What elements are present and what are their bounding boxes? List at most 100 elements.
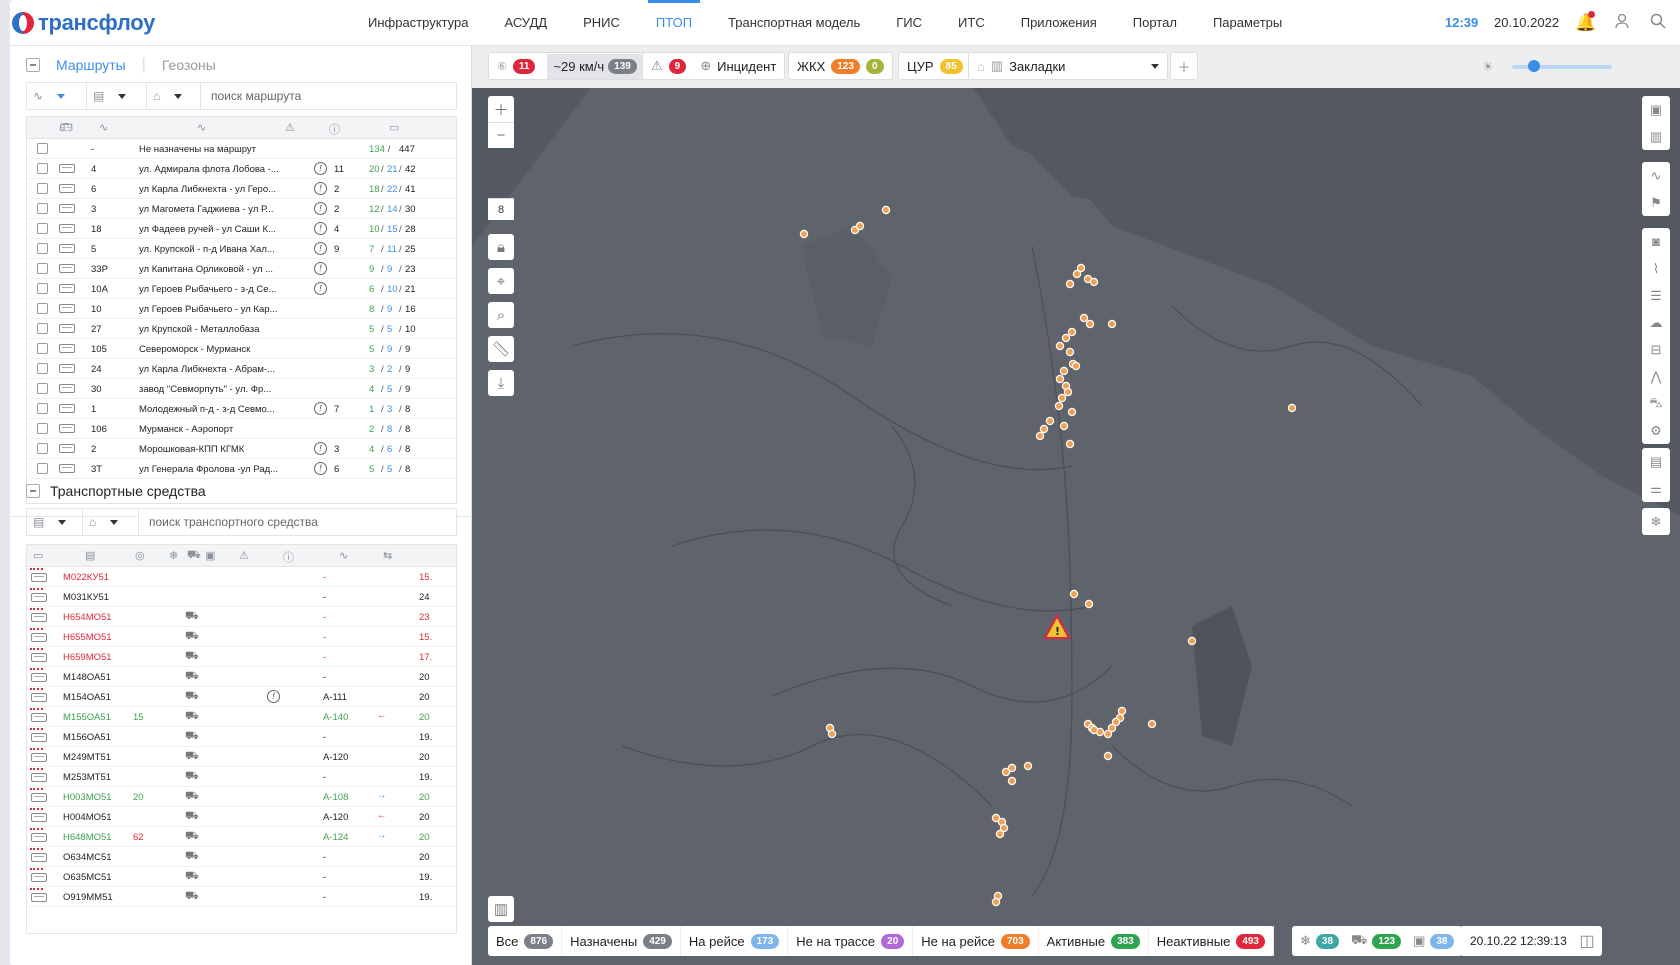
- nav-item[interactable]: Портал: [1115, 0, 1195, 46]
- vehicle-marker[interactable]: [1065, 347, 1075, 357]
- search-icon[interactable]: ⌕: [488, 302, 514, 328]
- zhkh-filter[interactable]: ЖКХ 123 0: [788, 52, 893, 80]
- vehicle-marker[interactable]: [1055, 374, 1065, 384]
- vehicle-marker[interactable]: [1059, 366, 1069, 376]
- vehicle-marker[interactable]: [1067, 407, 1077, 417]
- tab-routes[interactable]: Маршруты: [50, 57, 132, 73]
- board-icon[interactable]: ☰: [1642, 282, 1670, 309]
- collapse-routes-button[interactable]: [26, 58, 40, 72]
- nav-item[interactable]: ГИС: [878, 0, 940, 46]
- row-checkbox[interactable]: [37, 203, 48, 214]
- row-checkbox[interactable]: [37, 243, 48, 254]
- vehicle-row[interactable]: М253МТ51 ⛟︎ - 19.: [27, 767, 456, 787]
- map-layers-icon[interactable]: ▥: [488, 896, 514, 922]
- vehicle-marker[interactable]: [1059, 421, 1069, 431]
- car-icon[interactable]: ⛍︎: [1642, 390, 1670, 417]
- row-checkbox[interactable]: [37, 263, 48, 274]
- vehicle-row[interactable]: Н659МО51 ⛟︎ - 17.: [27, 647, 456, 667]
- vehicle-marker[interactable]: [1111, 717, 1121, 727]
- vehicle-row[interactable]: Н003МО51 20 ⛟︎ А-108 → 20: [27, 787, 456, 807]
- vehicle-row[interactable]: М155ОА51 15 ⛟︎ А-140 ← 20: [27, 707, 456, 727]
- vehicle-marker[interactable]: [1107, 319, 1117, 329]
- route-row[interactable]: 105 Североморск - Мурманск 5/9/9: [27, 339, 456, 359]
- status-filter-item[interactable]: Активные 383: [1039, 926, 1149, 956]
- nav-item[interactable]: Транспортная модель: [710, 0, 878, 46]
- map-icon[interactable]: ▥: [1642, 123, 1670, 150]
- vehicle-marker[interactable]: [1117, 706, 1127, 716]
- vehicle-marker[interactable]: [1035, 431, 1045, 441]
- row-checkbox[interactable]: [37, 223, 48, 234]
- search-icon[interactable]: [1648, 13, 1668, 33]
- row-checkbox[interactable]: [37, 423, 48, 434]
- vehicle-marker[interactable]: [827, 729, 837, 739]
- vehicle-row[interactable]: М022КУ51 - 15.: [27, 567, 456, 587]
- camera-filter[interactable]: ▣ 38: [1413, 933, 1454, 949]
- vehicle-marker[interactable]: [1089, 277, 1099, 287]
- vehicle-row[interactable]: Н655МО51 ⛟︎ - 15.: [27, 627, 456, 647]
- row-checkbox[interactable]: [37, 163, 48, 174]
- brightness-slider[interactable]: [1512, 65, 1612, 69]
- vehicle-marker[interactable]: [1103, 751, 1113, 761]
- vehicle-row[interactable]: М156ОА51 ⛟︎ - 19.: [27, 727, 456, 747]
- vehicle-marker[interactable]: [995, 829, 1005, 839]
- vehicle-marker[interactable]: [1007, 776, 1017, 786]
- zoom-in-button[interactable]: ＋: [488, 96, 514, 122]
- row-checkbox[interactable]: [37, 383, 48, 394]
- row-checkbox[interactable]: [37, 283, 48, 294]
- route-row[interactable]: 27 ул Крупской - Металлобаза 5/5/10: [27, 319, 456, 339]
- vehicle-type-select[interactable]: ⌂: [147, 83, 201, 109]
- split-view-icon[interactable]: ◫: [1572, 926, 1602, 956]
- vehicle-row[interactable]: М154ОА51 ⛟︎! А-111 20: [27, 687, 456, 707]
- collapse-vehicles-button[interactable]: [26, 484, 40, 498]
- vehicle-marker[interactable]: [1023, 761, 1033, 771]
- vehicle-marker[interactable]: [1055, 341, 1065, 351]
- nav-item[interactable]: Инфраструктура: [350, 0, 486, 46]
- vehicle-marker[interactable]: [1187, 636, 1197, 646]
- vehicle-marker[interactable]: [1065, 279, 1075, 289]
- download-icon[interactable]: ⤓: [488, 370, 514, 396]
- vehicle-marker[interactable]: [1071, 361, 1081, 371]
- route-row[interactable]: 18 ул Фадеев ручей - ул Саши К...! 4 10/15/…: [27, 219, 456, 239]
- avg-speed-badge[interactable]: ~29 км/ч 139: [547, 53, 643, 79]
- road-icon[interactable]: ⋀: [1642, 363, 1670, 390]
- vehicle-marker[interactable]: [1061, 333, 1071, 343]
- brightness-slider-handle[interactable]: [1528, 60, 1540, 72]
- flag-icon[interactable]: ⚑: [1642, 189, 1670, 216]
- sliders-icon[interactable]: ⚌: [1642, 475, 1670, 502]
- route-row[interactable]: 4 ул. Адмирала флота Лобова -...! 11 20/21/…: [27, 159, 456, 179]
- document-type-select[interactable]: ▤: [27, 509, 83, 535]
- lock-icon[interactable]: 🔒︎: [488, 234, 514, 260]
- vehicle-marker[interactable]: [991, 897, 1001, 907]
- vehicle-type-select[interactable]: ⌂: [83, 509, 139, 535]
- bell-icon[interactable]: 🔔: [1575, 11, 1596, 33]
- route-row[interactable]: 6 ул Карла Либкнехта - ул Геро...! 2 18/22/…: [27, 179, 456, 199]
- screenshot-icon[interactable]: ▣: [1642, 96, 1670, 123]
- row-checkbox[interactable]: [37, 403, 48, 414]
- vehicle-marker[interactable]: [799, 229, 809, 239]
- map-view[interactable]: ! ⑥ 11 ~29 км/ч 139 ⚠︎ 9 ⊕ Инцидент ЖКХ 1…: [472, 46, 1680, 965]
- row-checkbox[interactable]: [37, 363, 48, 374]
- status-filter-item[interactable]: Не на рейсе 703: [913, 926, 1039, 956]
- vehicle-marker[interactable]: [1103, 729, 1113, 739]
- status-filter-item[interactable]: Все 876: [488, 926, 563, 956]
- vehicle-marker[interactable]: [1287, 403, 1297, 413]
- status-filter-item[interactable]: Неактивные 493: [1149, 926, 1274, 956]
- route-row[interactable]: 5 ул. Крупской - п-д Ивана Хал...! 9 7/11/2…: [27, 239, 456, 259]
- locate-icon[interactable]: ⌖: [488, 268, 514, 294]
- vehicle-marker[interactable]: [1065, 439, 1075, 449]
- vehicle-row[interactable]: О635МС51 ⛟︎ - 19.: [27, 867, 456, 887]
- vehicle-row[interactable]: М031КУ51 - 24: [27, 587, 456, 607]
- route-row[interactable]: 30 завод "Севморпуть" - ул. Фр... 4/5/9: [27, 379, 456, 399]
- vehicle-marker[interactable]: [1045, 416, 1055, 426]
- nav-item[interactable]: АСУДД: [486, 0, 565, 46]
- row-checkbox[interactable]: [37, 443, 48, 454]
- chart-icon[interactable]: ▤: [1642, 448, 1670, 475]
- nav-item[interactable]: Параметры: [1195, 0, 1300, 46]
- logo[interactable]: трансфлоу: [12, 10, 155, 36]
- nav-item[interactable]: РНИС: [565, 0, 638, 46]
- row-checkbox[interactable]: [37, 143, 48, 154]
- row-checkbox[interactable]: [37, 303, 48, 314]
- snow-filter[interactable]: ❄︎ 38: [1300, 933, 1340, 949]
- nav-item[interactable]: ИТС: [940, 0, 1003, 46]
- tractor-filter[interactable]: ⛟︎ 123: [1351, 932, 1402, 950]
